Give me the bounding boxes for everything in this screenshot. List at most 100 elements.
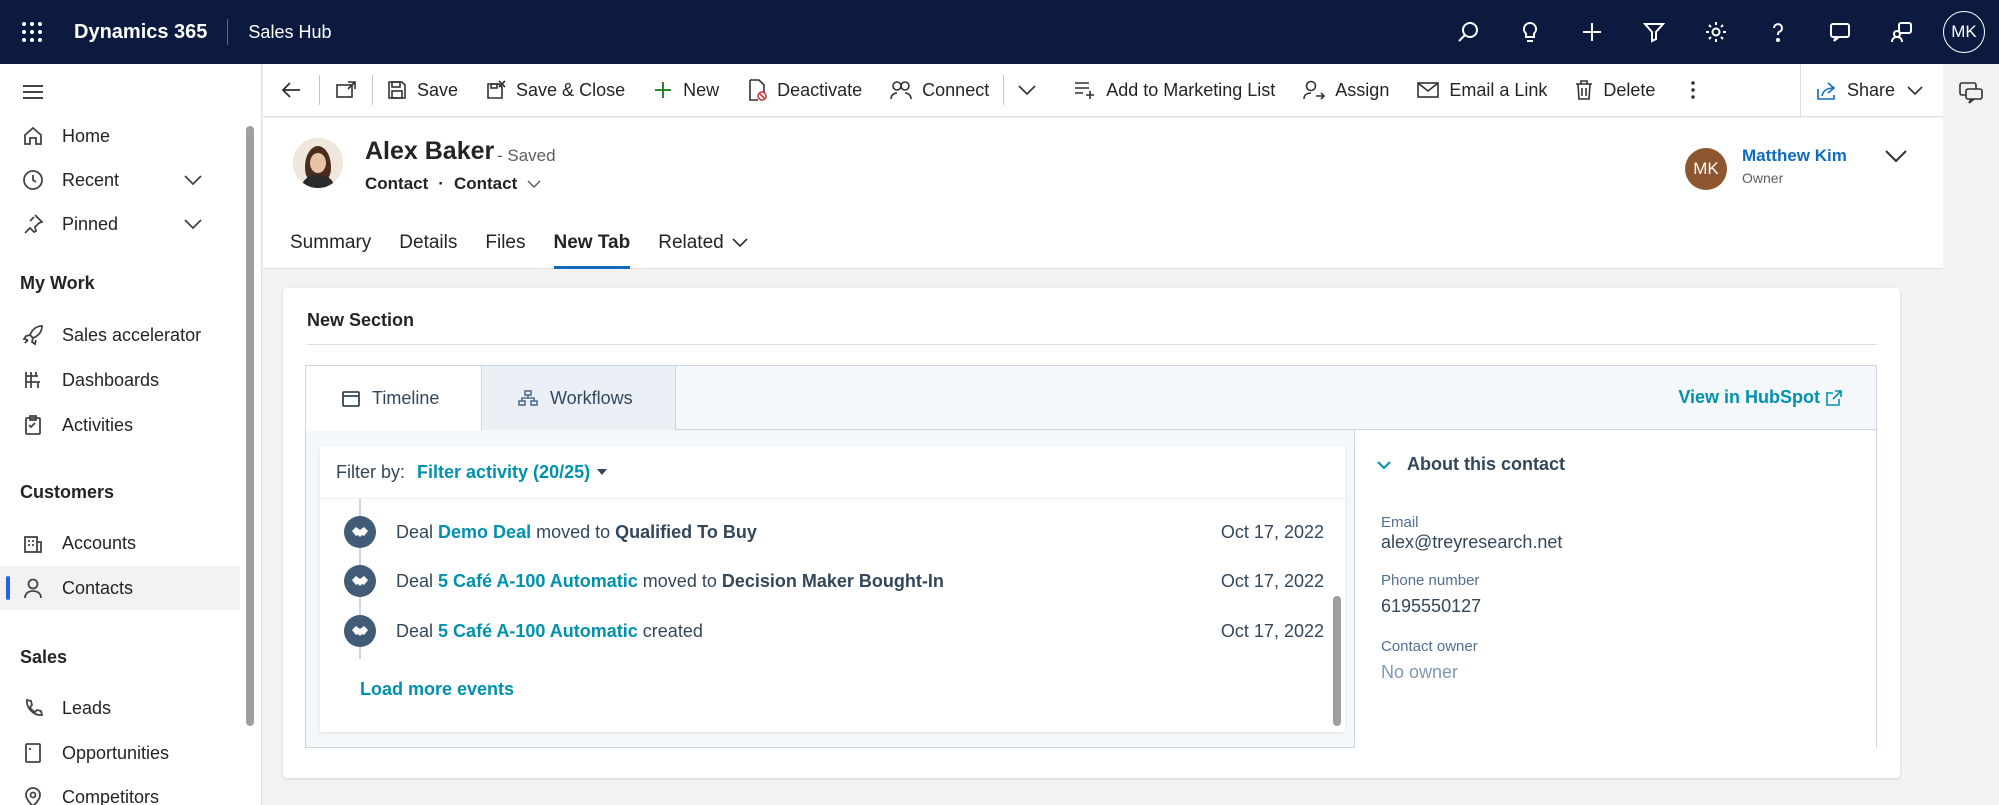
sidebar-item-label: Contacts (62, 577, 134, 598)
hubspot-tab-timeline-label: Timeline (372, 388, 440, 408)
remote-assist-icon[interactable] (1871, 0, 1933, 64)
chat-icon[interactable] (1809, 0, 1871, 64)
lightbulb-icon[interactable] (1499, 0, 1561, 64)
pin-icon (20, 213, 46, 235)
app-title[interactable]: Dynamics 365 (74, 21, 207, 44)
new-button[interactable]: New (639, 64, 733, 117)
gear-icon[interactable] (1685, 0, 1747, 64)
header-expand-chevron-icon[interactable] (1885, 150, 1907, 162)
chevron-down-icon[interactable] (180, 218, 206, 230)
sidebar-item-opportunities[interactable]: Opportunities (0, 731, 240, 775)
deal-link[interactable]: 5 Café A-100 Automatic (438, 571, 638, 592)
plus-icon (653, 80, 673, 100)
open-in-new-window-button[interactable] (320, 64, 372, 117)
sidebar-item-sales-accelerator[interactable]: Sales accelerator (0, 313, 240, 357)
chevron-down-icon (1377, 460, 1391, 469)
top-bar: Dynamics 365 Sales Hub MK (0, 0, 1999, 64)
dashboard-icon (20, 369, 46, 391)
deactivate-button[interactable]: Deactivate (733, 64, 876, 117)
chevron-down-icon (732, 238, 748, 248)
sidebar-item-contacts[interactable]: Contacts (0, 566, 240, 610)
sidebar-item-pinned[interactable]: Pinned (0, 202, 240, 246)
more-commands-button[interactable] (1669, 64, 1717, 117)
sidebar-item-label: Competitors (62, 786, 160, 805)
sidebar-item-competitors[interactable]: Competitors (0, 775, 240, 805)
copilot-chat-icon[interactable] (1959, 82, 1983, 104)
caret-down-icon[interactable] (596, 468, 608, 476)
search-icon[interactable] (1437, 0, 1499, 64)
add-to-marketing-list-button[interactable]: Add to Marketing List (1060, 64, 1289, 117)
sidebar-scrollbar[interactable] (246, 126, 254, 726)
email-a-link-button[interactable]: Email a Link (1403, 64, 1561, 117)
connect-button[interactable]: Connect (876, 64, 1003, 117)
assign-button[interactable]: Assign (1289, 64, 1403, 117)
deal-link[interactable]: 5 Café A-100 Automatic (438, 621, 638, 642)
save-and-close-button[interactable]: Save & Close (472, 64, 639, 117)
save-and-close-label: Save & Close (516, 79, 626, 100)
add-list-icon (1074, 80, 1096, 100)
phone-value[interactable]: 6195550127 (1381, 596, 1481, 617)
record-title: Alex Baker (365, 137, 495, 165)
tab-related[interactable]: Related (658, 217, 748, 269)
hamburger-icon[interactable] (20, 84, 46, 100)
chevron-down-icon[interactable] (180, 174, 206, 186)
app-area-name[interactable]: Sales Hub (248, 22, 331, 43)
app-launcher-icon[interactable] (0, 0, 64, 64)
view-in-hubspot-link[interactable]: View in HubSpot (1678, 387, 1842, 408)
deactivate-icon (747, 79, 767, 101)
timeline-panel: Filter by: Filter activity (20/25) Deal … (320, 446, 1345, 732)
deal-handshake-icon (344, 565, 376, 597)
tab-summary[interactable]: Summary (290, 217, 371, 269)
connect-dropdown-button[interactable] (1004, 64, 1050, 117)
about-contact-toggle[interactable]: About this contact (1377, 454, 1565, 475)
back-arrow-icon (281, 81, 301, 99)
hubspot-tabs: Timeline Workflows View in HubSpot (306, 366, 1876, 431)
section-card: New Section Timeline Workflows View in H… (283, 288, 1900, 778)
event-date: Oct 17, 2022 (1220, 521, 1324, 542)
user-avatar[interactable]: MK (1943, 11, 1985, 53)
sidebar-item-activities[interactable]: Activities (0, 403, 240, 447)
hubspot-tab-workflows[interactable]: Workflows (482, 366, 676, 430)
deal-link[interactable]: Demo Deal (438, 522, 531, 543)
timeline-event: Deal 5 Café A-100 Automatic created Oct … (344, 611, 1324, 651)
back-button[interactable] (263, 64, 319, 117)
email-value[interactable]: alex@treyresearch.net (1381, 532, 1562, 553)
share-button[interactable]: Share (1799, 64, 1943, 117)
form-selector[interactable]: Contact (454, 174, 517, 194)
connect-icon (890, 80, 912, 100)
help-icon[interactable] (1747, 0, 1809, 64)
load-more-events-link[interactable]: Load more events (360, 679, 514, 700)
delete-button[interactable]: Delete (1561, 64, 1669, 117)
save-label: Save (417, 79, 459, 100)
hamburger-menu-icon[interactable] (0, 70, 240, 114)
assign-icon (1303, 80, 1326, 100)
sidebar-item-home[interactable]: Home (0, 114, 240, 158)
tab-details[interactable]: Details (399, 217, 457, 269)
workflow-icon (518, 390, 538, 406)
chevron-down-icon (1907, 85, 1923, 96)
save-button[interactable]: Save (373, 64, 472, 117)
sidebar-item-recent[interactable]: Recent (0, 158, 240, 202)
sidebar-item-accounts[interactable]: Accounts (0, 521, 240, 565)
tab-files[interactable]: Files (485, 217, 525, 269)
filter-activity-dropdown[interactable]: Filter activity (20/25) (417, 462, 590, 483)
hubspot-tab-timeline[interactable]: Timeline (306, 366, 482, 431)
assign-label: Assign (1335, 79, 1390, 100)
entity-form-line: Contact · Contact (365, 174, 541, 194)
filter-icon[interactable] (1623, 0, 1685, 64)
deactivate-label: Deactivate (777, 79, 863, 100)
add-to-marketing-list-label: Add to Marketing List (1106, 79, 1276, 100)
tab-new-tab[interactable]: New Tab (553, 217, 630, 269)
sidebar-item-label: Dashboards (62, 369, 160, 390)
sidebar-item-dashboards[interactable]: Dashboards (0, 358, 240, 402)
contact-owner-value[interactable]: No owner (1381, 662, 1458, 683)
plus-icon[interactable] (1561, 0, 1623, 64)
owner-name-link[interactable]: Matthew Kim (1742, 146, 1847, 166)
sidebar-item-leads[interactable]: Leads (0, 686, 240, 730)
event-verb: moved to (642, 570, 717, 591)
open-new-window-icon (336, 81, 356, 99)
chevron-down-icon[interactable] (527, 180, 541, 188)
more-vertical-icon (1691, 81, 1696, 99)
new-label: New (683, 79, 720, 100)
timeline-scrollbar[interactable] (1333, 596, 1341, 726)
